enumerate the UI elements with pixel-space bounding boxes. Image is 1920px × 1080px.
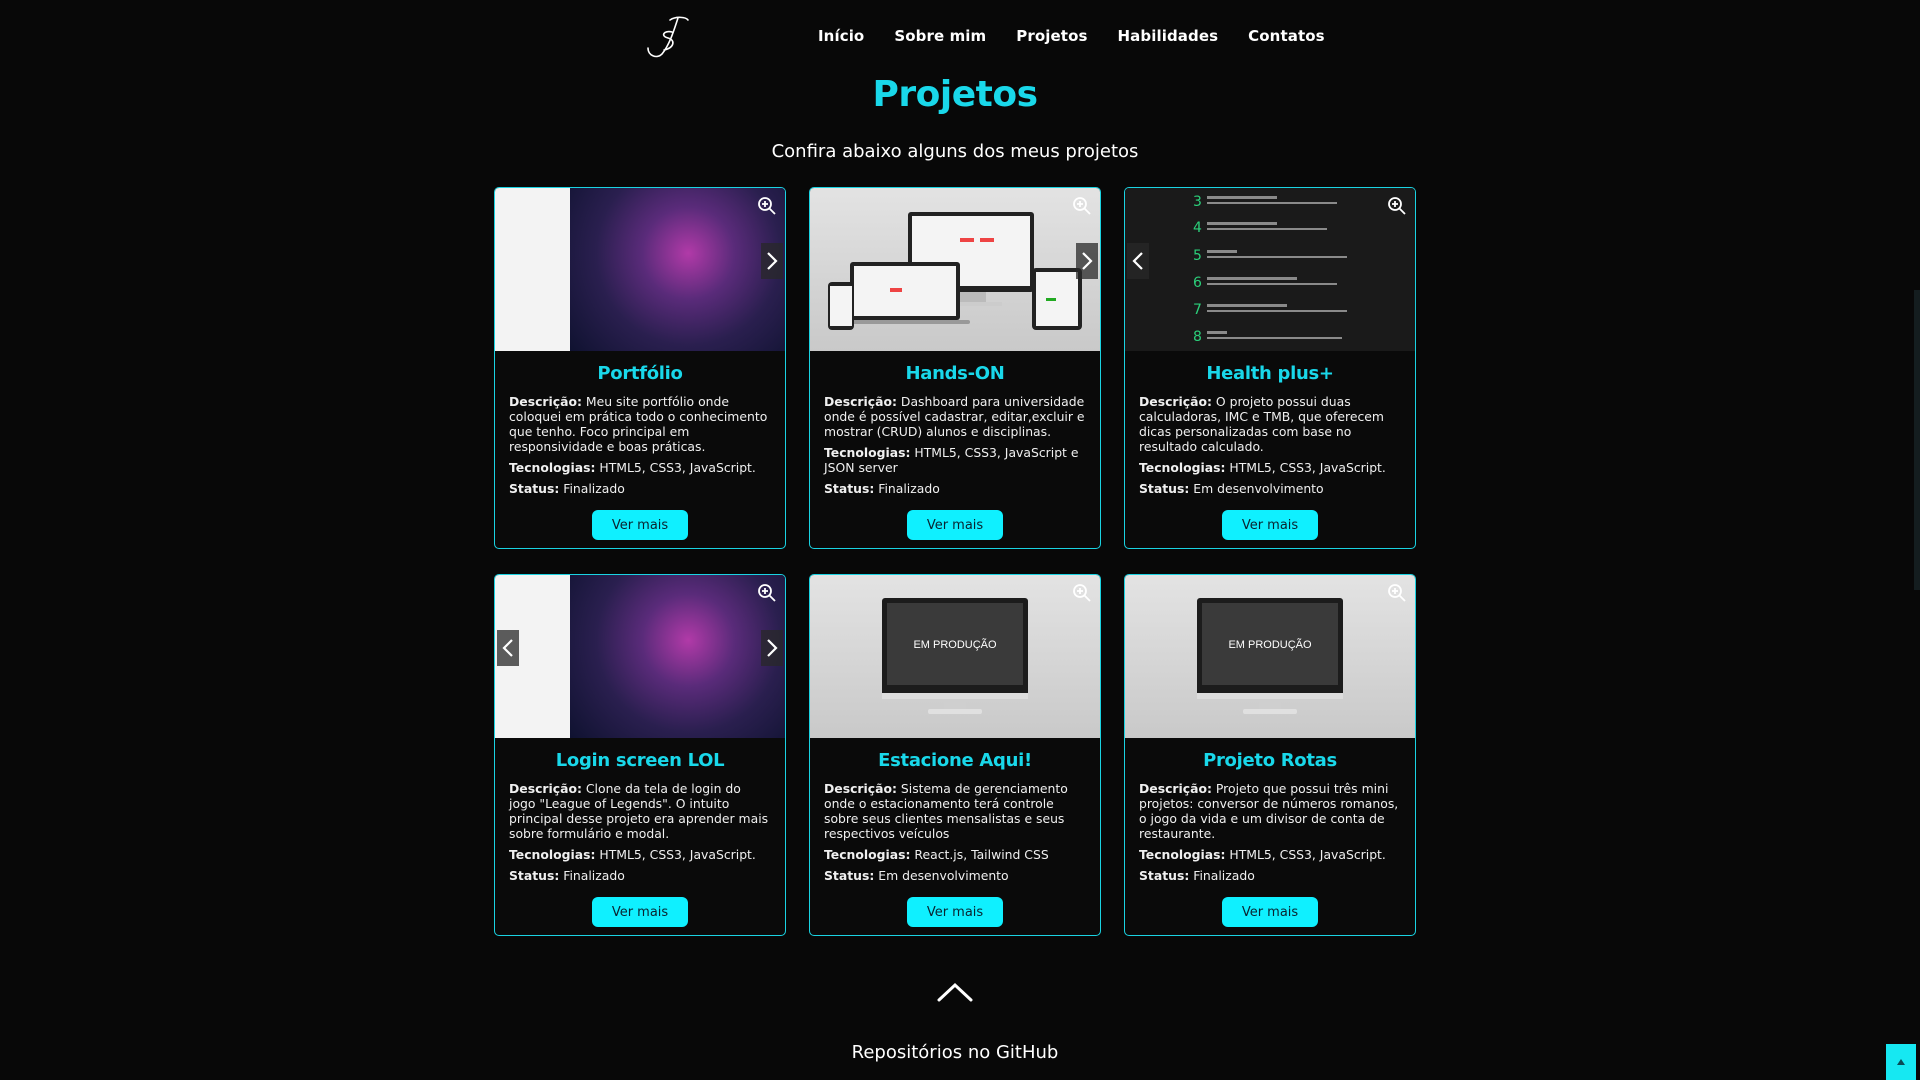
chevron-left-icon	[502, 639, 513, 657]
project-description: Descrição: Meu site portfólio onde coloq…	[509, 394, 768, 454]
project-title: Portfólio	[597, 363, 683, 384]
monitor-mockup-image: EM PRODUÇÃO	[1197, 598, 1343, 714]
project-thumbnail[interactable]: 3 4 5 6 7 8	[1125, 188, 1415, 351]
project-description: Descrição: Clone da tela de login do jog…	[509, 781, 769, 841]
project-tech: Tecnologias: HTML5, CSS3, JavaScript.	[1139, 460, 1386, 475]
project-description: Descrição: Sistema de gerenciamento onde…	[824, 781, 1068, 841]
carousel-prev-button[interactable]	[497, 630, 519, 666]
ver-mais-button[interactable]: Ver mais	[592, 897, 688, 927]
chevron-right-icon	[767, 639, 778, 657]
project-status: Status: Finalizado	[509, 868, 625, 883]
section-title: Projetos	[872, 74, 1039, 115]
nav-item-projetos[interactable]: Projetos	[1016, 27, 1087, 45]
project-status: Status: Finalizado	[1139, 868, 1255, 883]
ver-mais-button[interactable]: Ver mais	[907, 510, 1003, 540]
project-title: Health plus+	[1206, 363, 1334, 384]
ver-mais-button[interactable]: Ver mais	[1222, 510, 1318, 540]
svg-text:8: 8	[1193, 329, 1202, 345]
nav-item-inicio[interactable]: Início	[818, 27, 864, 45]
project-status: Status: Finalizado	[824, 481, 940, 496]
top-navbar: Início Sobre mim Projetos Habilidades Co…	[0, 0, 1920, 76]
project-card-hands-on: Hands-ON Descrição: Dashboard para unive…	[809, 187, 1101, 549]
nav-item-contatos[interactable]: Contatos	[1248, 27, 1325, 45]
svg-text:4: 4	[1193, 220, 1202, 236]
logo-icon[interactable]	[642, 14, 692, 60]
project-tech: Tecnologias: HTML5, CSS3, JavaScript.	[509, 460, 756, 475]
carousel-next-button[interactable]	[761, 630, 783, 666]
chevron-up-icon[interactable]	[936, 980, 974, 1004]
monitor-label: EM PRODUÇÃO	[913, 638, 997, 651]
project-status: Status: Em desenvolvimento	[824, 868, 1009, 883]
devices-mockup-image	[828, 212, 1082, 330]
project-status: Status: Em desenvolvimento	[1139, 481, 1324, 496]
project-title: Projeto Rotas	[1203, 750, 1337, 771]
project-tech: Tecnologias: HTML5, CSS3, JavaScript.	[509, 847, 756, 862]
project-description: Descrição: Projeto que possui três mini …	[1139, 781, 1399, 841]
arrow-up-icon	[1897, 1059, 1905, 1065]
tips-list-image: 3 4 5 6 7 8	[1193, 194, 1347, 345]
project-description: Descrição: O projeto possui duas calcula…	[1139, 394, 1384, 454]
svg-text:7: 7	[1193, 302, 1202, 318]
project-thumbnail[interactable]	[495, 188, 785, 351]
zoom-icon[interactable]	[1072, 583, 1092, 603]
ver-mais-button[interactable]: Ver mais	[907, 897, 1003, 927]
project-tech: Tecnologias: React.js, Tailwind CSS	[824, 847, 1049, 862]
carousel-prev-button[interactable]	[1127, 243, 1149, 279]
ver-mais-button[interactable]: Ver mais	[1222, 897, 1318, 927]
scrollbar[interactable]	[1914, 290, 1920, 590]
project-card-portfolio: Portfólio Descrição: Meu site portfólio …	[494, 187, 786, 549]
project-title: Hands-ON	[905, 363, 1005, 384]
svg-text:5: 5	[1193, 248, 1202, 264]
chevron-right-icon	[1082, 252, 1093, 270]
carousel-next-button[interactable]	[1076, 243, 1098, 279]
project-title: Login screen LOL	[555, 750, 725, 771]
zoom-icon[interactable]	[757, 583, 777, 603]
nav-item-habilidades[interactable]: Habilidades	[1118, 27, 1219, 45]
svg-text:6: 6	[1193, 275, 1202, 291]
project-thumbnail[interactable]	[810, 188, 1100, 351]
project-status: Status: Finalizado	[509, 481, 625, 496]
project-tech: Tecnologias: HTML5, CSS3, JavaScript.	[1139, 847, 1386, 862]
svg-text:3: 3	[1193, 194, 1202, 210]
project-title: Estacione Aqui!	[878, 750, 1032, 771]
project-card-estacione-aqui: EM PRODUÇÃO Estacione Aqui! Descrição: S…	[809, 574, 1101, 936]
projects-grid: Portfólio Descrição: Meu site portfólio …	[494, 187, 1416, 936]
project-tech: Tecnologias: HTML5, CSS3, JavaScript e J…	[824, 445, 1079, 475]
project-thumbnail[interactable]	[495, 575, 785, 738]
carousel-next-button[interactable]	[761, 243, 783, 279]
back-to-top-button[interactable]	[1886, 1044, 1916, 1080]
nav-menu: Início Sobre mim Projetos Habilidades Co…	[818, 27, 1325, 45]
project-description: Descrição: Dashboard para universidade o…	[824, 394, 1085, 439]
zoom-icon[interactable]	[757, 196, 777, 216]
project-thumbnail[interactable]: EM PRODUÇÃO	[810, 575, 1100, 738]
zoom-icon[interactable]	[1387, 583, 1407, 603]
zoom-icon[interactable]	[1387, 196, 1407, 216]
monitor-label: EM PRODUÇÃO	[1228, 638, 1312, 651]
project-thumbnail[interactable]: EM PRODUÇÃO	[1125, 575, 1415, 738]
monitor-mockup-image: EM PRODUÇÃO	[882, 598, 1028, 714]
chevron-left-icon	[1132, 252, 1143, 270]
project-card-projeto-rotas: EM PRODUÇÃO Projeto Rotas Descrição: Pro…	[1124, 574, 1416, 936]
section-subtitle: Confira abaixo alguns dos meus projetos	[771, 141, 1139, 162]
project-card-health-plus: 3 4 5 6 7 8 Health plus+ Descrição: O projet…	[1124, 187, 1416, 549]
nav-item-sobre-mim[interactable]: Sobre mim	[894, 27, 986, 45]
zoom-icon[interactable]	[1072, 196, 1092, 216]
ver-mais-button[interactable]: Ver mais	[592, 510, 688, 540]
chevron-right-icon	[767, 252, 778, 270]
project-card-login-screen-lol: Login screen LOL Descrição: Clone da tel…	[494, 574, 786, 936]
github-section-title: Repositórios no GitHub	[851, 1042, 1059, 1063]
